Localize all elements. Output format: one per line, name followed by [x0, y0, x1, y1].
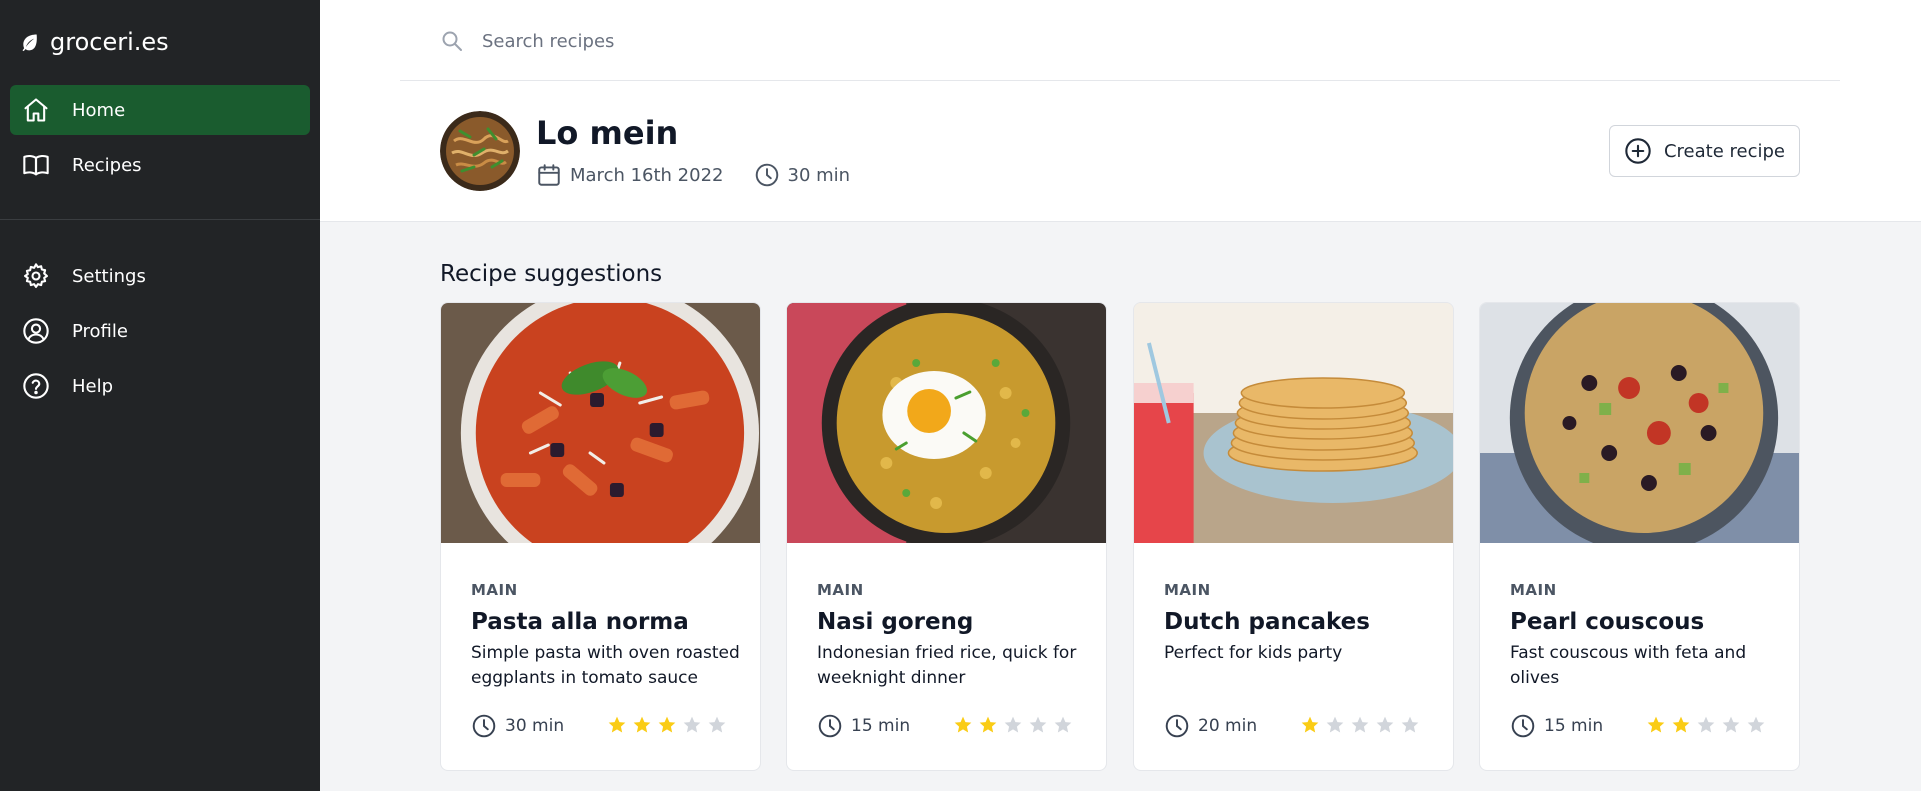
- page-header: Lo mein March 16th 2022 30 min Create re…: [320, 0, 1921, 222]
- section-title: Recipe suggestions: [440, 261, 663, 287]
- star-empty-icon: [1054, 716, 1072, 733]
- recipe-time: 15 min: [1510, 713, 1603, 739]
- recipe-category: MAIN: [1510, 581, 1557, 599]
- star-empty-icon: [1747, 716, 1765, 733]
- star-rating: [1646, 715, 1766, 735]
- star-filled-icon: [1672, 716, 1690, 733]
- book-open-icon: [23, 155, 49, 176]
- star-empty-icon: [1376, 716, 1394, 733]
- recipe-category: MAIN: [817, 581, 864, 599]
- star-empty-icon: [1697, 716, 1715, 733]
- sidebar-item-help[interactable]: Help: [10, 361, 310, 411]
- recipe-card[interactable]: MAIN Pearl couscous Fast couscous with f…: [1479, 302, 1800, 771]
- recipe-category: MAIN: [471, 581, 518, 599]
- question-circle-icon: [23, 373, 49, 399]
- recipe-time-value: 15 min: [1544, 716, 1604, 736]
- plus-circle-icon: [1625, 138, 1651, 164]
- recipe-title: Pearl couscous: [1510, 609, 1705, 635]
- recipe-description: Simple pasta with oven roasted eggplants…: [471, 643, 740, 688]
- star-rating: [1300, 715, 1420, 735]
- star-filled-icon: [979, 716, 997, 733]
- sidebar-item-label: Profile: [72, 320, 128, 342]
- recipe-photo: [1480, 303, 1799, 543]
- sidebar: groceri.es Home Recipes Settings Profile…: [0, 0, 320, 791]
- recipe-photo: [787, 303, 1106, 543]
- brand-name: groceri.es: [50, 28, 169, 56]
- recipe-date: March 16th 2022: [570, 164, 724, 186]
- star-rating: [953, 715, 1073, 735]
- star-empty-icon: [1351, 716, 1369, 733]
- recipe-photo: [1134, 303, 1453, 543]
- recipe-description: Perfect for kids party: [1164, 643, 1343, 663]
- recipe-time-value: 30 min: [505, 716, 565, 736]
- recipe-category: MAIN: [1164, 581, 1211, 599]
- star-filled-icon: [1301, 716, 1319, 733]
- star-filled-icon: [658, 716, 676, 733]
- recipe-meta: March 16th 2022 30 min: [536, 162, 850, 188]
- recipe-time: 15 min: [817, 713, 910, 739]
- sidebar-item-label: Home: [72, 99, 126, 121]
- recipe-card[interactable]: MAIN Dutch pancakes Perfect for kids par…: [1133, 302, 1454, 771]
- search-bar: [440, 22, 1040, 60]
- recipe-avatar: [440, 111, 520, 191]
- recipe-title: Dutch pancakes: [1164, 609, 1370, 635]
- clock-icon: [755, 163, 778, 187]
- sidebar-item-recipes[interactable]: Recipes: [10, 140, 310, 190]
- home-icon: [24, 98, 48, 122]
- clock-icon: [1165, 714, 1189, 738]
- star-empty-icon: [1029, 716, 1047, 733]
- star-rating: [607, 715, 727, 735]
- recipe-description: Fast couscous with feta and olives: [1510, 643, 1747, 688]
- recipe-card[interactable]: MAIN Pasta alla norma Simple pasta with …: [440, 302, 761, 771]
- clock-icon: [472, 714, 496, 738]
- sidebar-item-settings[interactable]: Settings: [10, 251, 310, 301]
- star-empty-icon: [683, 716, 701, 733]
- clock-icon: [818, 714, 842, 738]
- recipe-title: Nasi goreng: [817, 609, 974, 635]
- sidebar-item-label: Help: [72, 375, 114, 397]
- recipe-time: 20 min: [1164, 713, 1257, 739]
- search-input[interactable]: [482, 30, 1002, 52]
- sidebar-item-profile[interactable]: Profile: [10, 306, 310, 356]
- recipe-card[interactable]: MAIN Nasi goreng Indonesian fried rice, …: [786, 302, 1107, 771]
- star-empty-icon: [1004, 716, 1022, 733]
- star-filled-icon: [954, 716, 972, 733]
- recipe-duration: 30 min: [787, 164, 851, 186]
- star-empty-icon: [1722, 716, 1740, 733]
- create-recipe-button[interactable]: Create recipe: [1609, 125, 1800, 177]
- star-empty-icon: [1401, 716, 1419, 733]
- sidebar-item-home[interactable]: Home: [10, 85, 310, 135]
- star-filled-icon: [633, 716, 651, 733]
- gear-icon: [23, 263, 49, 289]
- sidebar-item-label: Settings: [72, 265, 146, 287]
- user-circle-icon: [23, 318, 49, 344]
- star-empty-icon: [1326, 716, 1344, 733]
- leaf-icon: [22, 34, 37, 52]
- brand[interactable]: groceri.es: [20, 28, 169, 56]
- calendar-icon: [538, 164, 560, 186]
- recipe-title: Pasta alla norma: [471, 609, 689, 635]
- recipe-time-value: 15 min: [851, 716, 911, 736]
- star-filled-icon: [608, 716, 626, 733]
- sidebar-item-label: Recipes: [72, 154, 142, 176]
- clock-icon: [1511, 714, 1535, 738]
- star-filled-icon: [1647, 716, 1665, 733]
- recipe-photo: [441, 303, 760, 543]
- search-icon: [442, 31, 462, 51]
- star-empty-icon: [708, 716, 726, 733]
- recipe-time-value: 20 min: [1198, 716, 1258, 736]
- create-recipe-label: Create recipe: [1663, 140, 1785, 162]
- header-divider: [400, 80, 1840, 81]
- sidebar-divider: [0, 219, 320, 220]
- recipe-time: 30 min: [471, 713, 564, 739]
- page-title: Lo mein: [536, 114, 679, 152]
- recipe-description: Indonesian fried rice, quick for weeknig…: [817, 643, 1077, 688]
